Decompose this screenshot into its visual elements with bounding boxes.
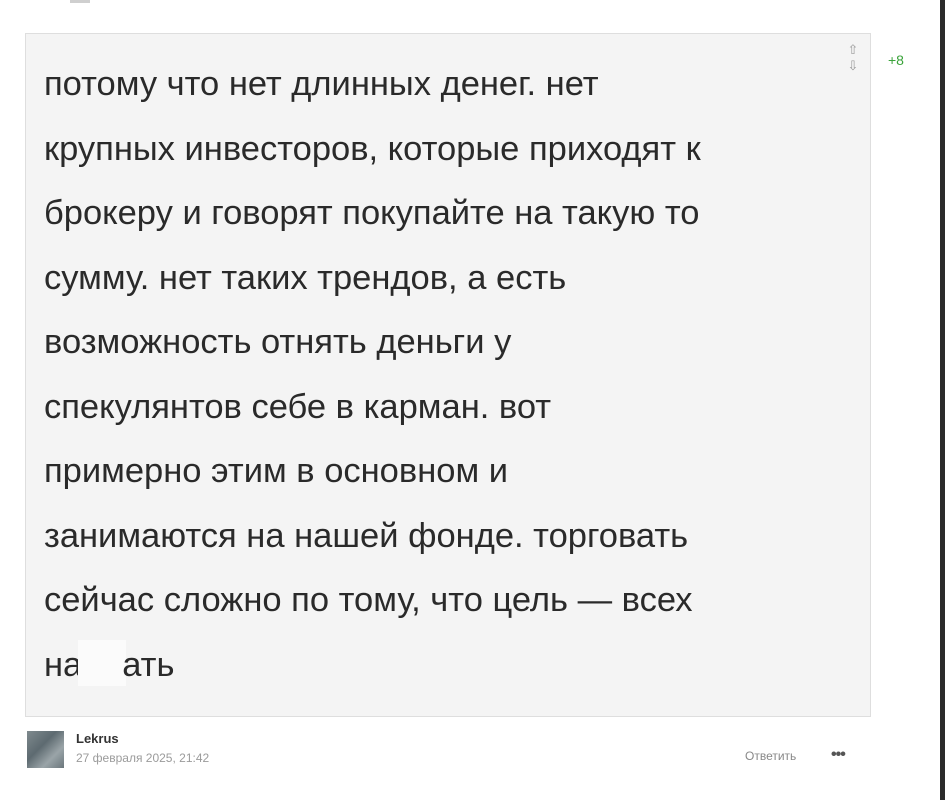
top-separator — [0, 0, 945, 6]
more-options-icon[interactable]: ••• — [831, 746, 846, 764]
downvote-icon[interactable]: ⇩ — [847, 58, 859, 74]
comment-text-main: потому что нет длинных денег. нет крупны… — [44, 65, 701, 684]
upvote-icon[interactable]: ⇧ — [847, 42, 859, 58]
comment-date: 27 февраля 2025, 21:42 — [76, 751, 210, 765]
comment-text-tail: ать — [122, 645, 175, 684]
comment-score: +8 — [888, 52, 904, 68]
avatar[interactable] — [27, 731, 64, 768]
comment-text: потому что нет длинных денег. нет крупны… — [44, 52, 824, 697]
reply-button[interactable]: Ответить — [745, 749, 796, 763]
comment-body: потому что нет длинных денег. нет крупны… — [25, 33, 871, 717]
author-name[interactable]: Lekrus — [76, 731, 119, 746]
top-fragment — [70, 0, 90, 3]
censor-blur — [78, 639, 127, 686]
vote-controls: ⇧ ⇩ — [847, 42, 859, 74]
right-scrollbar-edge — [940, 0, 945, 800]
